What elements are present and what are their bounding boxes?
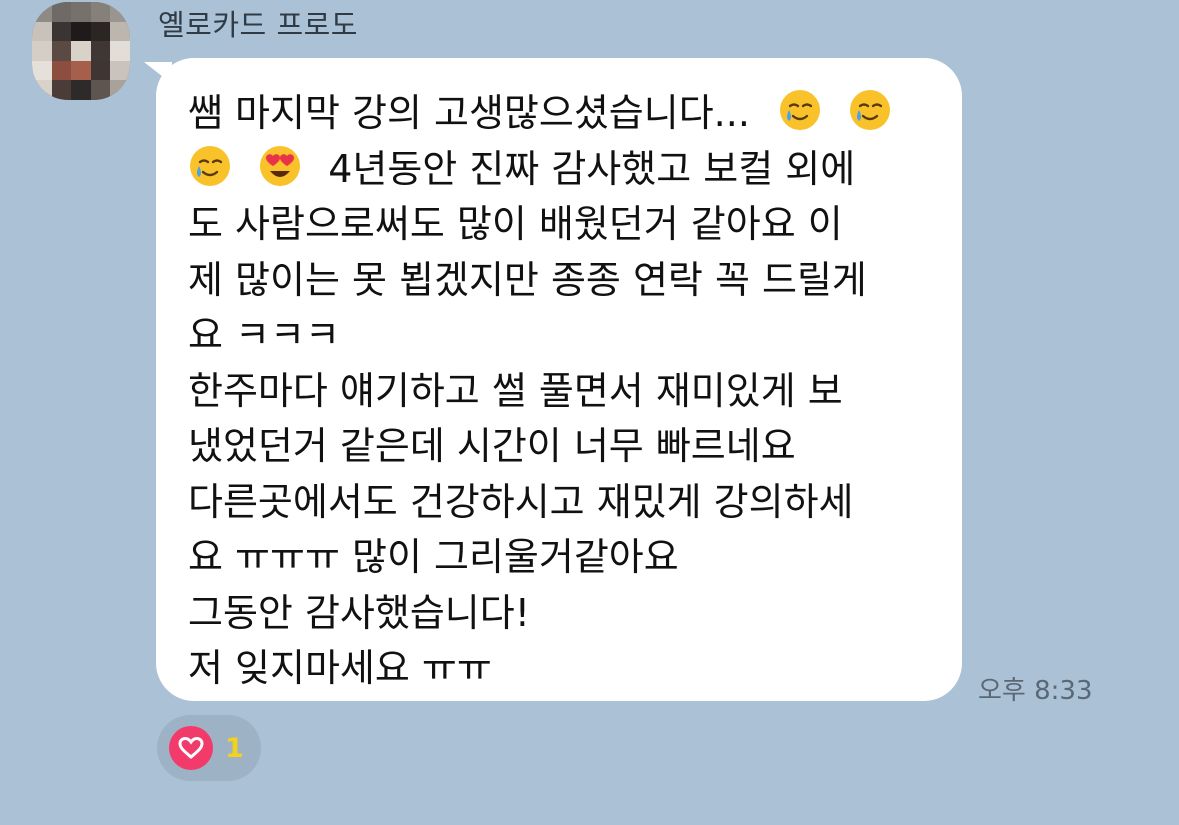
avatar-pixel xyxy=(32,2,52,22)
message-line: 다른곳에서도 건강하시고 재밌게 강의하세 xyxy=(188,479,854,524)
message-line: 쌤 마지막 강의 고생많으셨습니다... xyxy=(188,86,938,142)
message-line: 저 잊지마세요 ㅠㅠ xyxy=(188,646,492,690)
avatar-pixel xyxy=(51,21,72,42)
message-line: 제 많이는 못 뵙겠지만 종종 연락 꼭 드릴게 xyxy=(188,257,867,302)
message-line: 요 ㅠㅠㅠ 많이 그리울거같아요 xyxy=(188,535,679,579)
avatar-pixel xyxy=(51,80,72,100)
avatar-pixel xyxy=(90,80,111,100)
smiling-face-with-tear-icon xyxy=(190,145,230,186)
avatar-pixel xyxy=(71,80,91,100)
smiling-face-with-tear-icon xyxy=(850,90,891,130)
reaction-count: 1 xyxy=(225,732,244,764)
message-line: 도 사람으로써도 많이 배웠던거 같아요 이 xyxy=(188,202,843,246)
avatar-pixel xyxy=(32,60,52,81)
message-line: 4년동안 진짜 감사했고 보컬 외에 xyxy=(188,142,938,198)
message-line-text: 쌤 마지막 강의 고생많으셨습니다... xyxy=(188,91,750,135)
avatar-pixel xyxy=(32,41,52,61)
avatar-pixel xyxy=(90,21,111,42)
avatar-pixel xyxy=(32,80,52,100)
avatar[interactable] xyxy=(32,2,130,100)
avatar-pixel xyxy=(51,60,72,81)
message-line: 한주마다 얘기하고 썰 풀면서 재미있게 보 xyxy=(188,368,843,413)
avatar-pixel xyxy=(51,41,72,61)
avatar-pixel xyxy=(51,2,72,22)
smiling-face-with-tear-icon xyxy=(780,90,821,130)
message-text: 쌤 마지막 강의 고생많으셨습니다... 4년동안 진짜 감사했고 보컬 외에 … xyxy=(188,86,938,697)
sender-name[interactable]: 옐로카드 프로도 xyxy=(158,2,358,44)
avatar-pixel xyxy=(90,2,111,22)
reaction-badge[interactable]: 1 xyxy=(157,715,261,781)
avatar-pixel xyxy=(32,21,52,42)
avatar-pixel xyxy=(110,2,130,22)
message-line: 그동안 감사했습니다! xyxy=(188,590,530,635)
avatar-pixel xyxy=(110,21,130,42)
avatar-pixel xyxy=(90,41,111,61)
heart-reaction xyxy=(169,726,213,770)
chat-view: 옐로카드 프로도 쌤 마지막 강의 고생많으셨습니다... 4년동안 진짜 감사… xyxy=(0,0,1179,825)
avatar-pixel xyxy=(90,60,111,81)
heart-icon xyxy=(178,736,204,759)
avatar-pixel xyxy=(71,41,91,61)
avatar-pixel xyxy=(110,60,130,81)
avatar-pixel xyxy=(110,80,130,100)
avatar-pixel xyxy=(71,60,91,81)
message-line-text: 4년동안 진짜 감사했고 보컬 외에 xyxy=(328,146,856,191)
message-timestamp: 오후 8:33 xyxy=(978,676,1093,706)
avatar-pixel xyxy=(71,2,91,22)
message-line: 요 ㅋㅋㅋ xyxy=(188,313,340,357)
avatar-pixel xyxy=(110,41,130,61)
heart-eyes-icon xyxy=(260,145,301,186)
message-line: 냈었던거 같은데 시간이 너무 빠르네요 xyxy=(188,424,796,468)
avatar-pixel xyxy=(71,21,91,42)
message-bubble[interactable]: 쌤 마지막 강의 고생많으셨습니다... 4년동안 진짜 감사했고 보컬 외에 … xyxy=(156,58,962,701)
